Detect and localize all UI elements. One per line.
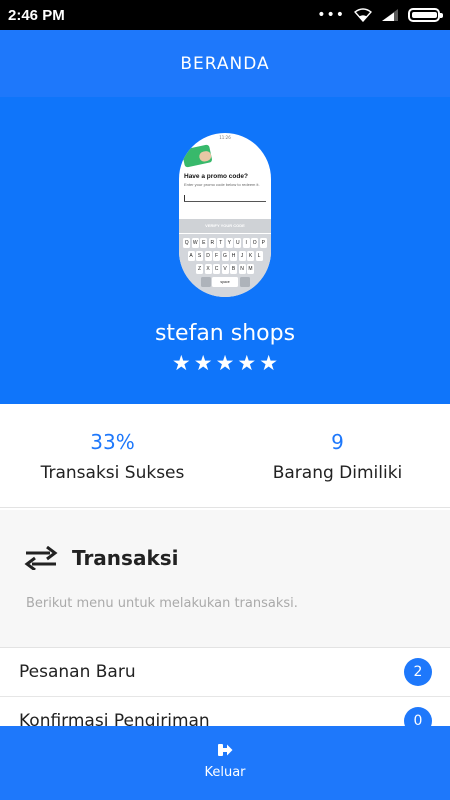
page-title: BERANDA (180, 53, 270, 74)
keyboard-key (239, 277, 250, 287)
keyboard-key: X (204, 264, 212, 274)
keyboard-key: P (259, 238, 267, 248)
keyboard-key: W (191, 238, 199, 248)
keyboard-key: T (217, 238, 225, 248)
keyboard-key: S (196, 251, 203, 261)
keyboard-key: L (255, 251, 263, 261)
keyboard-illustration: QWERTYUIOP ASDFGHJKL ZXCVBNM space (179, 234, 271, 297)
menu-title: Transaksi (72, 546, 179, 570)
logout-button[interactable]: Keluar (0, 726, 450, 800)
keyboard-row: ASDFGHJKL (181, 251, 269, 261)
keyboard-key: R (208, 238, 216, 248)
avatar-title-text: Have a promo code? (184, 173, 248, 180)
status-bar: 2:46 PM ••• (0, 0, 450, 30)
more-dots-icon: ••• (317, 7, 345, 23)
star-icon: ★ (193, 351, 213, 375)
shop-avatar[interactable]: 11:26 Have a promo code? Enter your prom… (179, 133, 271, 297)
battery-icon (408, 8, 443, 22)
keyboard-key: F (213, 251, 220, 261)
shop-name: stefan shops (154, 321, 296, 346)
keyboard-key: B (230, 264, 237, 274)
keyboard-key: Y (225, 238, 233, 248)
keyboard-key: Q (183, 238, 191, 248)
keyboard-row: ZXCVBNM (181, 264, 269, 274)
rating-stars: ★ ★ ★ ★ ★ (172, 352, 278, 374)
card-illustration (181, 144, 213, 168)
signal-icon (382, 9, 398, 21)
status-icons: ••• (317, 7, 443, 23)
swap-arrows-icon (24, 546, 58, 570)
menu-heading: Transaksi (24, 546, 179, 570)
star-icon: ★ (237, 351, 257, 375)
star-icon: ★ (215, 351, 235, 375)
keyboard-key: J (238, 251, 246, 261)
logout-label: Keluar (204, 764, 246, 780)
star-icon: ★ (259, 351, 279, 375)
app-bar: BERANDA (0, 30, 450, 97)
keyboard-row: space (181, 277, 269, 287)
keyboard-key (200, 277, 211, 287)
menu-item-new-orders[interactable]: Pesanan Baru 2 (0, 648, 450, 697)
keyboard-key: G (221, 251, 229, 261)
keyboard-key: A (187, 251, 195, 261)
avatar-input-illustration (184, 194, 266, 202)
menu-description: Berikut menu untuk melakukan transaksi. (26, 596, 298, 611)
keyboard-key: U (234, 238, 242, 248)
keyboard-row: QWERTYUIOP (181, 238, 269, 248)
keyboard-key: D (204, 251, 212, 261)
keyboard-key: K (247, 251, 254, 261)
avatar-button-text: VERIFY YOUR CODE (179, 219, 271, 233)
keyboard-key: C (213, 264, 220, 274)
keyboard-key: Z (196, 264, 203, 274)
avatar-subtitle-text: Enter your promo code below to redeem it… (184, 182, 260, 187)
avatar-time-text: 11:26 (219, 135, 231, 140)
transaction-menu-header: Transaksi Berikut menu untuk melakukan t… (0, 510, 450, 647)
list-item-label: Pesanan Baru (19, 662, 136, 682)
stat-label: Barang Dimiliki (272, 463, 403, 483)
keyboard-key: O (251, 238, 259, 248)
keyboard-key: H (230, 251, 237, 261)
star-icon: ★ (171, 351, 191, 375)
keyboard-key: N (238, 264, 246, 274)
status-time: 2:46 PM (8, 6, 65, 24)
wifi-icon (354, 8, 372, 22)
stat-success-rate: 33% Transaksi Sukses (0, 404, 225, 507)
shop-stats: 33% Transaksi Sukses 9 Barang Dimiliki (0, 404, 450, 508)
stat-items-owned: 9 Barang Dimiliki (225, 404, 450, 507)
stat-value: 33% (90, 430, 135, 454)
logout-icon (218, 743, 233, 756)
keyboard-key: E (200, 238, 208, 248)
count-badge: 2 (404, 658, 432, 686)
keyboard-key: V (221, 264, 229, 274)
keyboard-key: I (242, 238, 250, 248)
space-key: space (212, 277, 238, 287)
keyboard-key: M (247, 264, 254, 274)
shop-profile-header: 11:26 Have a promo code? Enter your prom… (0, 97, 450, 404)
stat-value: 9 (331, 430, 344, 454)
stat-label: Transaksi Sukses (40, 463, 185, 483)
